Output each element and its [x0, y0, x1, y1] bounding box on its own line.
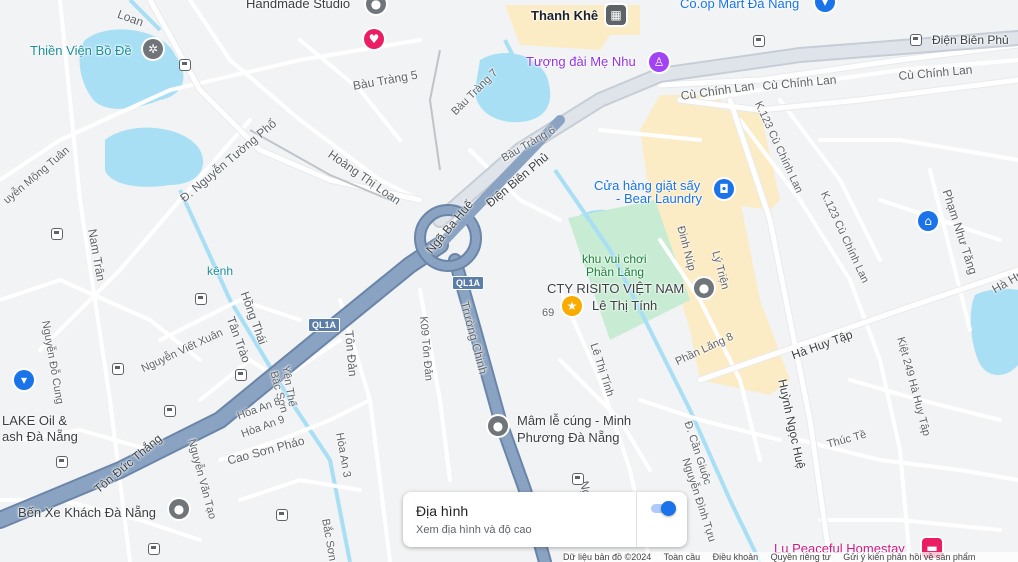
laundry-bag-icon[interactable]: ◘: [714, 179, 734, 199]
road-dien-bien-phu-right: Điện Biên Phủ: [932, 33, 1009, 47]
ql1a-shield-2: QL1A: [308, 318, 341, 332]
map-data-credit: Dữ liệu bản đồ ©2024: [563, 552, 652, 562]
terrain-title: Địa hình: [416, 503, 469, 519]
mam-le-cung-label-2: Phương Đà Nẵng: [517, 430, 620, 445]
bus-stop-icon[interactable]: [910, 34, 922, 46]
heart-icon[interactable]: ♥: [364, 29, 384, 49]
bus-stop-icon[interactable]: [195, 293, 207, 305]
bus-stop-icon[interactable]: [179, 59, 191, 71]
mam-le-cung-label-1: Mâm lễ cúng - Minh: [517, 413, 632, 428]
terrain-layer-panel[interactable]: Địa hình Xem địa hình và độ cao: [403, 492, 687, 547]
bus-stop-icon[interactable]: [112, 363, 124, 375]
terrain-subtitle: Xem địa hình và độ cao: [416, 524, 532, 536]
road-ton-dan: Tôn Đản: [342, 329, 361, 377]
terrain-divider: [636, 492, 637, 547]
cty-risito-label: CTY RISITO VIỆT NAM: [547, 281, 685, 296]
lake-oil-label-1: LAKE Oil &: [2, 413, 68, 428]
khu-vui-choi-label-1: khu vui chơi: [582, 252, 647, 266]
train-station-icon[interactable]: ▦: [606, 5, 626, 25]
monument-icon[interactable]: ♙: [649, 52, 669, 72]
temple-icon[interactable]: ✲: [143, 39, 163, 59]
bus-stop-icon[interactable]: [276, 509, 288, 521]
coop-mart-label: Co.op Mart Đà Nẵng: [680, 0, 800, 11]
bus-stop-icon[interactable]: [51, 228, 63, 240]
home-icon[interactable]: ⌂: [918, 211, 938, 231]
cty-risito-pin-icon[interactable]: ●: [694, 278, 714, 298]
mam-le-cung-pin-icon[interactable]: ●: [488, 416, 508, 436]
lake-oil-label-2: ash Đà Nẵng: [2, 429, 78, 444]
ql1a-shield-1: QL1A: [452, 276, 485, 290]
bus-stop-icon[interactable]: [753, 35, 765, 47]
tuong-dai-label: Tượng đài Mẹ Nhu: [526, 54, 636, 69]
bear-laundry-label-2: - Bear Laundry: [616, 191, 702, 206]
global-link[interactable]: Toàn cầu: [664, 552, 701, 562]
feedback-link[interactable]: Gửi ý kiến phản hồi về sản phẩm: [843, 552, 975, 562]
map-footer: Dữ liệu bản đồ ©2024 Toàn cầu Điều khoản…: [563, 552, 1018, 562]
bus-stop-icon[interactable]: [164, 405, 176, 417]
bus-stop-icon[interactable]: [56, 456, 68, 468]
thanh-khe-label: Thanh Khê: [531, 8, 599, 23]
bus-stop-icon[interactable]: [572, 473, 584, 485]
kenh-label: kênh: [207, 264, 234, 278]
bus-station-pin-icon[interactable]: ●: [169, 499, 189, 519]
privacy-link[interactable]: Quyền riêng tư: [771, 552, 831, 562]
thien-vien-label: Thiền Viện Bồ Đề: [30, 43, 132, 58]
le-thi-tinh-poi-label: Lê Thị Tính: [592, 298, 658, 313]
ben-xe-label: Bến Xe Khách Đà Nẵng: [18, 505, 157, 520]
bus-stop-icon[interactable]: [148, 543, 160, 555]
handmade-studio-label: Handmade Studio: [246, 0, 351, 11]
khu-vui-choi-label-2: Phần Lăng: [586, 265, 645, 279]
star-icon[interactable]: ★: [562, 296, 582, 316]
terrain-toggle[interactable]: [661, 501, 676, 516]
bus-stop-icon[interactable]: [235, 369, 247, 381]
shopping-cart-icon-left[interactable]: ▾: [14, 370, 34, 390]
terms-link[interactable]: Điều khoản: [713, 552, 759, 562]
number-69-label: 69: [542, 307, 555, 319]
